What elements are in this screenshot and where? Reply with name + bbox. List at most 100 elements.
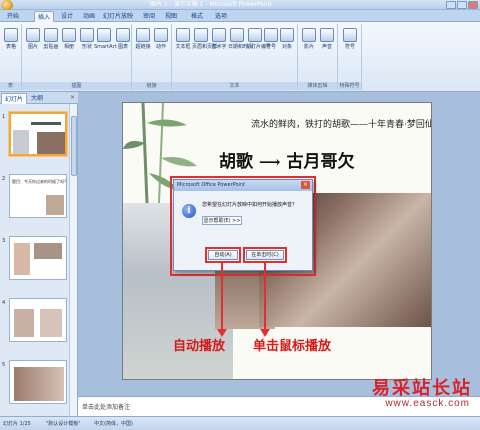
title-bar: 图片 1 - 演示文稿 1 - Microsoft PowerPoint	[0, 0, 480, 10]
hyperlink-icon	[136, 28, 150, 42]
smartart-button[interactable]: SmartArt	[94, 28, 117, 66]
panel-tabs: 幻灯片 大纲 ×	[0, 92, 78, 104]
annotation-box-auto	[205, 247, 241, 263]
notes-placeholder: 单击此处添加备注	[82, 404, 131, 411]
close-window-button[interactable]	[468, 1, 478, 9]
wordart-icon	[212, 28, 226, 42]
thumbnail-image	[34, 243, 62, 259]
tab-outline[interactable]: 大纲	[28, 93, 46, 104]
show-help-button[interactable]: 显示帮助(E) >>	[202, 216, 242, 225]
group-illustrations: 图片 剪贴画 相册 形状 SmartArt 图表 插图	[22, 24, 132, 90]
annotation-box-click	[243, 247, 287, 263]
album-button[interactable]: 相册	[60, 28, 78, 66]
watermark-url: www.easck.com	[385, 398, 470, 409]
arrow-down-icon	[217, 329, 227, 337]
wordart-button[interactable]: 艺术字	[210, 28, 228, 66]
movie-button[interactable]: 影片	[300, 28, 318, 66]
watermark: 易采站长站 www.easck.com	[334, 374, 474, 414]
clipart-icon	[44, 28, 58, 42]
title-right: 古月哥欠	[286, 152, 355, 172]
tab-options[interactable]: 选项	[212, 11, 230, 22]
tab-animation[interactable]: 动画	[80, 11, 98, 22]
maximize-button[interactable]	[457, 1, 467, 9]
watermark-logo: 易采站长站	[372, 378, 472, 399]
film-icon	[302, 28, 316, 42]
slide-title: 胡歌 ⟶ 古月哥欠	[219, 147, 355, 172]
hyperlink-button[interactable]: 超链接	[134, 28, 152, 66]
tab-design[interactable]: 设计	[58, 11, 76, 22]
minimize-button[interactable]	[446, 1, 456, 9]
picture-icon	[26, 28, 40, 42]
clipart-button[interactable]: 剪贴画	[42, 28, 60, 66]
slide-number: 5	[2, 362, 6, 368]
arrow-down-icon	[260, 329, 270, 337]
thumbnail-image	[14, 243, 30, 275]
header-footer-button[interactable]: 页眉和页脚	[192, 28, 217, 66]
thumbnail-image	[46, 195, 64, 215]
album-icon	[62, 28, 76, 42]
picture-button[interactable]: 图片	[24, 28, 42, 66]
ribbon: 表格 表 图片 剪贴画 相册 形状 SmartArt 图表 插图 超链接 动作 …	[0, 22, 480, 92]
office-button-icon[interactable]	[1, 0, 13, 10]
textbox-icon	[176, 28, 190, 42]
tab-home[interactable]: 开始	[4, 11, 22, 22]
group-special-symbols: 符号 特殊符号	[338, 24, 362, 90]
tab-slides[interactable]: 幻灯片	[1, 93, 28, 104]
tab-slideshow[interactable]: 幻灯片放映	[100, 11, 136, 22]
theme-name: "默认设计模板"	[46, 421, 81, 427]
slide-header-text: 流水的鲜肉，铁打的胡歌——十年青春·梦回仙侠	[251, 120, 432, 130]
slide-number: 1	[2, 114, 6, 120]
slide-counter: 幻灯片 1/25	[3, 421, 31, 427]
annotation-auto-play: 自动播放	[173, 339, 226, 354]
slide-thumbnail[interactable]	[9, 298, 67, 342]
slide-thumbnail[interactable]	[9, 236, 67, 280]
object-icon	[280, 28, 294, 42]
special-symbol-button[interactable]: 符号	[341, 28, 359, 66]
status-bar: 幻灯片 1/25 "默认设计模板" 中文(简体，中国)	[0, 416, 480, 430]
language-indicator: 中文(简体，中国)	[94, 421, 133, 427]
tab-format[interactable]: 格式	[188, 11, 206, 22]
annotation-click-play: 单击鼠标播放	[253, 339, 332, 354]
thumbnail-image	[40, 309, 62, 337]
table-icon	[4, 28, 18, 42]
tab-view[interactable]: 视图	[162, 11, 180, 22]
panel-scrollbar[interactable]	[69, 104, 77, 416]
smartart-icon	[97, 28, 111, 42]
group-links: 超链接 动作 链接	[132, 24, 172, 90]
special-symbol-icon	[343, 28, 357, 42]
tab-insert[interactable]: 插入	[34, 11, 54, 22]
action-button[interactable]: 动作	[152, 28, 170, 66]
close-icon[interactable]: ×	[70, 94, 75, 101]
thumbnail-image	[37, 132, 65, 154]
sound-button[interactable]: 声音	[318, 28, 336, 66]
slide-thumbnail[interactable]	[9, 112, 67, 156]
scroll-thumb[interactable]	[71, 116, 77, 176]
ribbon-tabs: 开始 插入 设计 动画 幻灯片放映 审阅 视图 格式 选项	[0, 10, 480, 22]
group-text: 文本框 页眉和页脚 艺术字 日期和时间 幻灯片编号 符号 对象 文本	[172, 24, 298, 90]
omega-icon	[264, 28, 278, 42]
textbox-button[interactable]: 文本框	[174, 28, 192, 66]
chart-icon	[116, 28, 130, 42]
table-button[interactable]: 表格	[2, 28, 20, 66]
group-table: 表格 表	[0, 24, 22, 90]
object-button[interactable]: 对象	[278, 28, 296, 66]
thumbnail-image	[14, 309, 34, 337]
calendar-icon	[230, 28, 244, 42]
thumbnail-image	[14, 367, 64, 401]
action-icon	[154, 28, 168, 42]
thumbnail-image	[13, 130, 29, 154]
header-footer-icon	[194, 28, 208, 42]
slides-panel: 幻灯片 大纲 × 1 2 题目：今天你过来的时候了吗? 3 4 5	[0, 92, 78, 416]
shapes-icon	[80, 28, 94, 42]
datetime-button[interactable]: 日期和时间	[228, 28, 253, 66]
group-media: 影片 声音 媒体剪辑	[298, 24, 338, 90]
slide-thumbnail[interactable]	[9, 360, 67, 404]
tab-review[interactable]: 审阅	[140, 11, 158, 22]
thumbnail-caption: 题目：今天你过来的时候了吗?	[12, 179, 67, 184]
chart-button[interactable]: 图表	[114, 28, 132, 66]
slide-number: 4	[2, 300, 6, 306]
window-title: 图片 1 - 演示文稿 1 - Microsoft PowerPoint	[150, 1, 272, 8]
slide-thumbnail[interactable]: 题目：今天你过来的时候了吗?	[9, 174, 67, 218]
dialog-close-icon[interactable]: ×	[301, 181, 310, 189]
dialog-message: 您希望在幻灯片放映中如何开始播放声音？	[202, 202, 298, 208]
